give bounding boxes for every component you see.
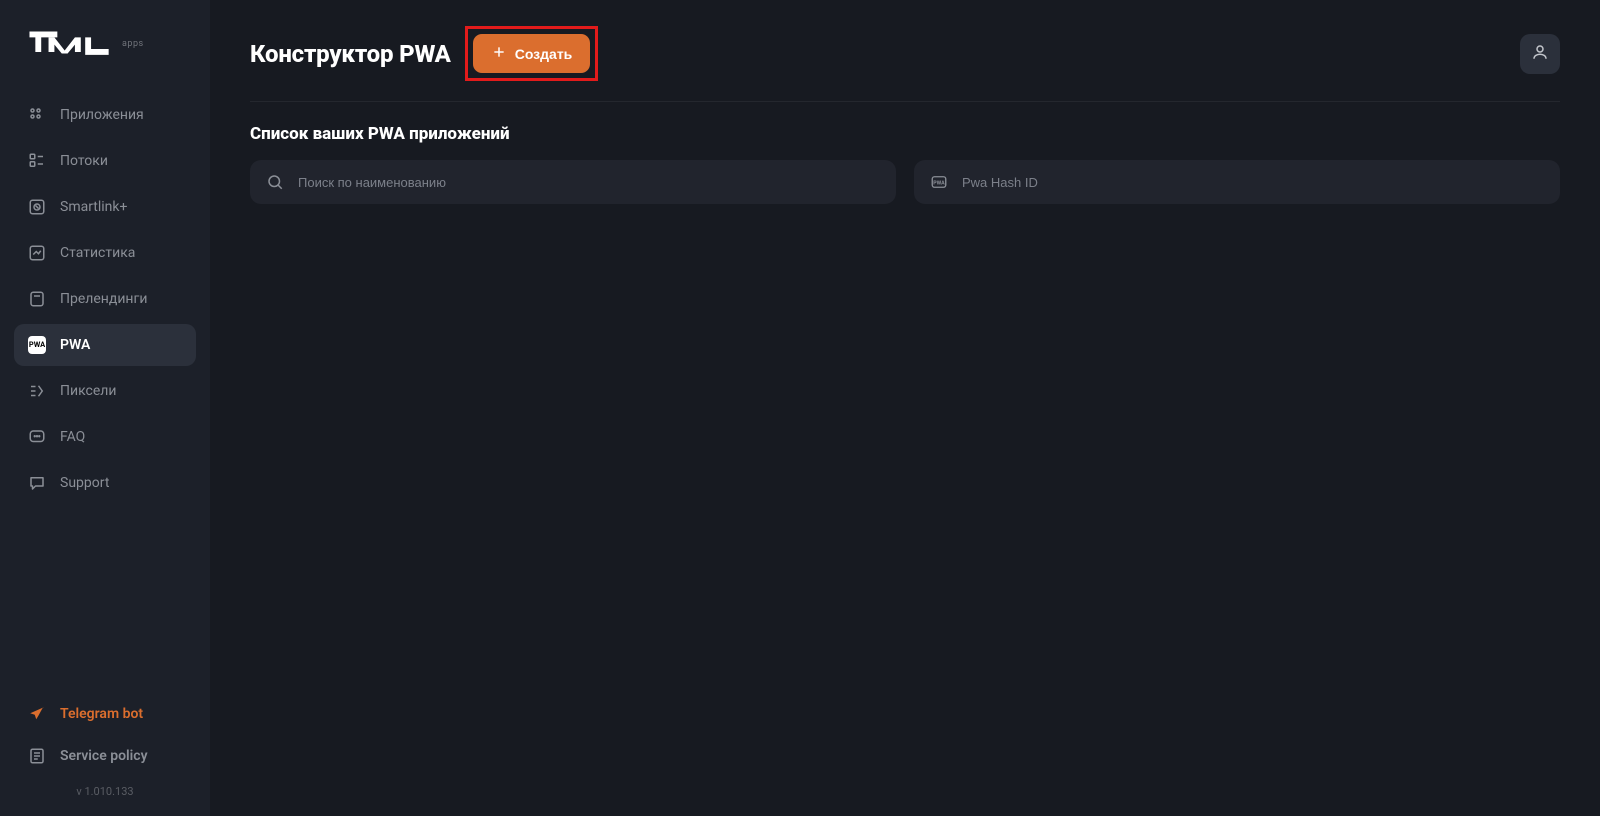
plus-icon — [491, 44, 507, 63]
brand-logo: apps — [0, 18, 210, 86]
hash-input[interactable] — [962, 175, 1544, 190]
main: Конструктор PWA Создать Список ваших PWA… — [210, 0, 1600, 816]
sidebar-item-prelanding[interactable]: Прелендинги — [14, 278, 196, 320]
profile-button[interactable] — [1520, 34, 1560, 74]
sidebar-service-policy[interactable]: Service policy — [14, 737, 196, 775]
create-button[interactable]: Создать — [473, 34, 591, 73]
create-button-highlight: Создать — [465, 26, 599, 81]
sidebar-item-apps[interactable]: Приложения — [14, 94, 196, 136]
search-icon — [266, 173, 284, 191]
policy-icon — [28, 747, 46, 765]
page-title: Конструктор PWA — [250, 40, 451, 68]
search-by-name-box[interactable] — [250, 160, 896, 204]
topbar: Конструктор PWA Создать — [210, 0, 1600, 101]
search-row: PWA — [210, 160, 1600, 204]
bottom-link-label: Telegram bot — [60, 706, 143, 722]
brand-apps-label: apps — [122, 39, 144, 49]
pixels-icon — [28, 382, 46, 400]
sidebar-item-label: Support — [60, 475, 109, 491]
sidebar-item-stats[interactable]: Статистика — [14, 232, 196, 274]
sidebar-item-support[interactable]: Support — [14, 462, 196, 504]
sidebar-item-label: PWA — [60, 337, 90, 353]
sidebar-item-label: Smartlink+ — [60, 199, 127, 215]
bottom-link-label: Service policy — [60, 748, 148, 764]
prelanding-icon — [28, 290, 46, 308]
apps-grid-icon — [28, 106, 46, 124]
sidebar-item-label: Пиксели — [60, 383, 116, 399]
create-button-label: Создать — [515, 46, 573, 62]
search-by-hash-box[interactable]: PWA — [914, 160, 1560, 204]
sidebar-item-streams[interactable]: Потоки — [14, 140, 196, 182]
sidebar-bottom: Telegram bot Service policy v 1.010.133 — [0, 685, 210, 816]
version-label: v 1.010.133 — [14, 785, 196, 798]
telegram-icon — [28, 705, 46, 723]
search-input[interactable] — [298, 175, 880, 190]
support-icon — [28, 474, 46, 492]
user-icon — [1531, 43, 1549, 65]
sidebar-item-label: FAQ — [60, 429, 85, 445]
smartlink-icon — [28, 198, 46, 216]
sidebar-item-smartlink[interactable]: Smartlink+ — [14, 186, 196, 228]
faq-icon — [28, 428, 46, 446]
streams-icon — [28, 152, 46, 170]
pwa-icon: PWA — [28, 336, 46, 354]
sidebar-item-faq[interactable]: FAQ — [14, 416, 196, 458]
svg-text:PWA: PWA — [933, 180, 945, 186]
stats-icon — [28, 244, 46, 262]
sidebar-item-pixels[interactable]: Пиксели — [14, 370, 196, 412]
logo-icon — [28, 30, 116, 58]
sidebar-item-label: Прелендинги — [60, 291, 147, 307]
sidebar-item-label: Потоки — [60, 153, 108, 169]
list-heading: Список ваших PWA приложений — [210, 102, 1600, 160]
sidebar-telegram-bot[interactable]: Telegram bot — [14, 695, 196, 733]
sidebar-item-label: Статистика — [60, 245, 135, 261]
sidebar: apps Приложения Потоки Smartlink+ Статис… — [0, 0, 210, 816]
sidebar-item-pwa[interactable]: PWA PWA — [14, 324, 196, 366]
sidebar-item-label: Приложения — [60, 107, 144, 123]
nav: Приложения Потоки Smartlink+ Статистика … — [0, 86, 210, 685]
pwa-hash-icon: PWA — [930, 173, 948, 191]
